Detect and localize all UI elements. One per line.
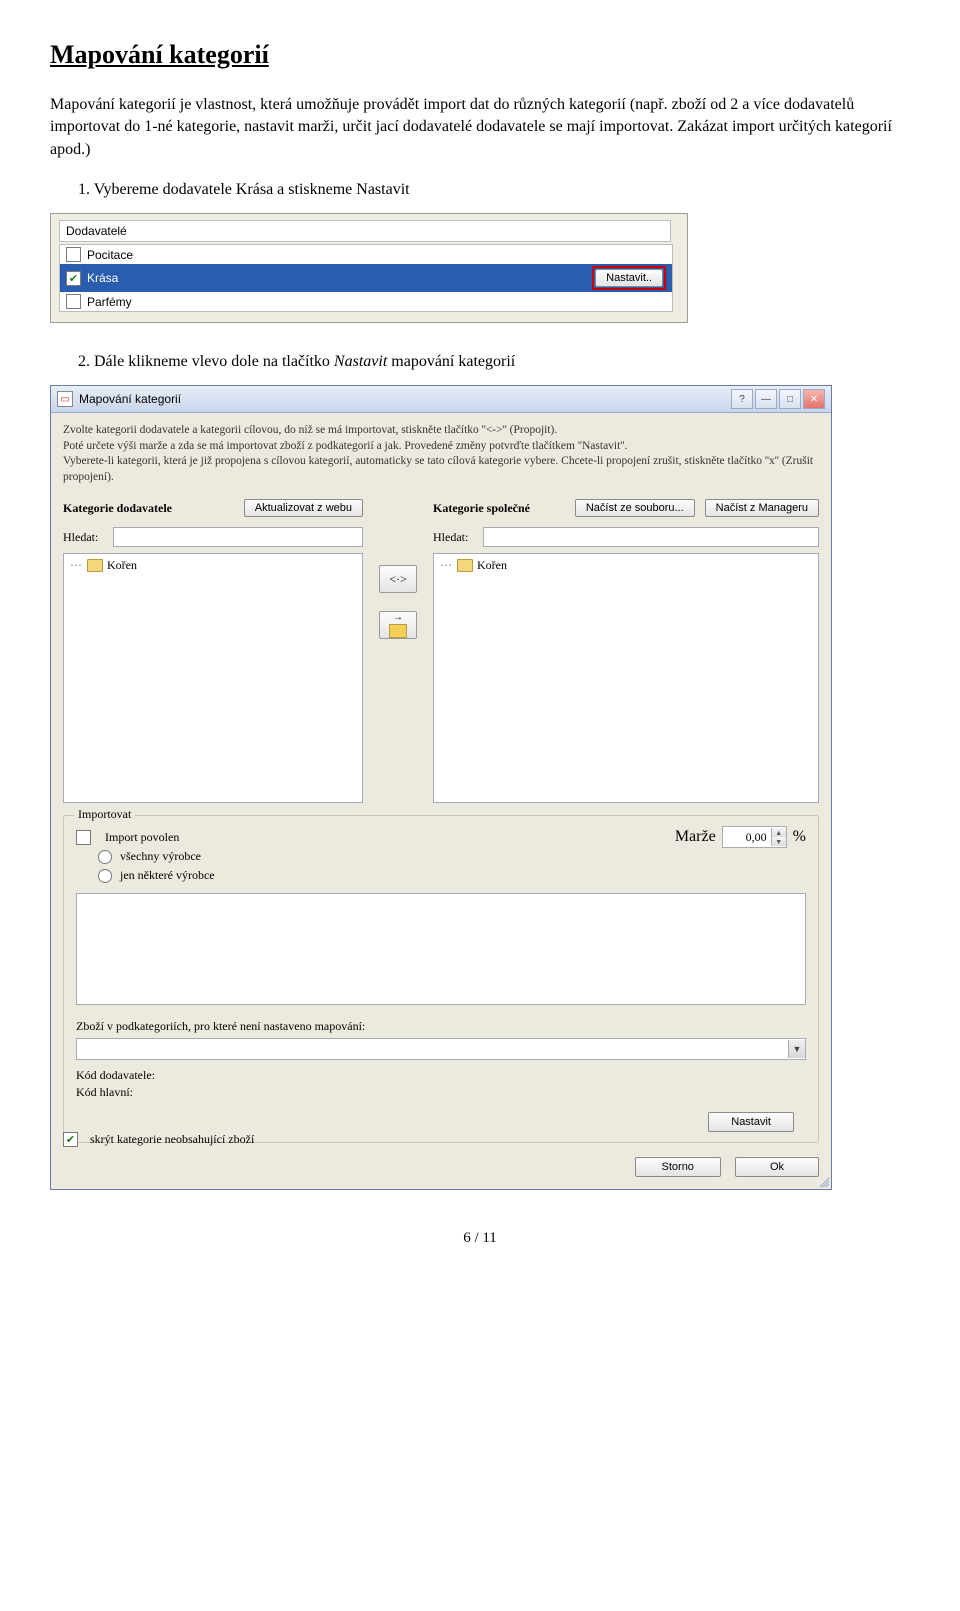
refresh-from-web-button[interactable]: Aktualizovat z webu [244,499,363,517]
margin-stepper[interactable]: 0,00 ▲ ▼ [722,826,787,848]
window-title: Mapování kategorií [79,392,181,406]
chevron-down-icon[interactable]: ▼ [771,837,786,846]
tree-root-label: Kořen [477,558,507,573]
import-legend: Importovat [74,807,135,822]
hide-empty-label: skrýt kategorie neobsahující zboží [90,1132,254,1147]
chevron-down-icon[interactable]: ▼ [788,1040,805,1058]
help-icon[interactable]: ? [731,389,753,409]
supplier-label: Parfémy [87,295,132,309]
margin-value: 0,00 [723,830,771,845]
subcategory-combo[interactable]: ▼ [76,1038,806,1060]
supplier-label: Pocitace [87,248,133,262]
mapping-window: ▭ Mapování kategorií ? — □ ✕ Zvolte kate… [50,385,832,1190]
highlight-box: Nastavit.. [592,266,666,290]
maximize-icon[interactable]: □ [779,389,801,409]
checkbox-icon[interactable] [76,830,91,845]
arrow-right-icon: → [393,613,403,623]
chevron-up-icon[interactable]: ▲ [771,828,786,837]
percent-label: % [793,828,806,846]
page-number: 6 / 11 [50,1230,910,1247]
tree-expand-icon[interactable]: ⋯ [70,558,83,573]
import-enabled-label: Import povolen [105,830,179,845]
titlebar: ▭ Mapování kategorií ? — □ ✕ [51,386,831,413]
folder-icon [457,559,473,572]
common-tree[interactable]: ⋯ Kořen [433,553,819,803]
folder-icon [87,559,103,572]
some-manufacturers-label: jen některé výrobce [120,868,215,883]
list-item[interactable]: Parfémy [60,292,672,311]
tree-root-label: Kořen [107,558,137,573]
load-from-file-button[interactable]: Načíst ze souboru... [575,499,695,517]
info-text: Zvolte kategorii dodavatele a kategorii … [51,413,831,489]
nastavit-button[interactable]: Nastavit.. [595,269,663,287]
minimize-icon[interactable]: — [755,389,777,409]
step-1: 1. Vybereme dodavatele Krása a stiskneme… [78,181,910,199]
copy-to-folder-button[interactable]: → [379,611,417,639]
manufacturers-list[interactable] [76,893,806,1005]
checkbox-icon[interactable] [66,247,81,262]
suppliers-header: Dodavatelé [59,220,671,242]
supplier-tree[interactable]: ⋯ Kořen [63,553,363,803]
list-item[interactable]: Pocitace [60,245,672,264]
subcategory-label: Zboží v podkategoriích, pro které není n… [76,1019,806,1034]
resize-grip-icon[interactable] [817,1175,829,1187]
intro-paragraph: Mapování kategorií je vlastnost, která u… [50,94,910,161]
import-group: Importovat Import povolen všechny výrobc… [63,815,819,1143]
storno-button[interactable]: Storno [635,1157,721,1177]
radio-icon[interactable] [98,869,112,883]
checkbox-icon[interactable]: ✔ [63,1132,78,1147]
checkbox-icon[interactable] [66,294,81,309]
checkbox-icon[interactable]: ✔ [66,271,81,286]
common-categories-label: Kategorie společné [433,501,530,516]
main-code-label: Kód hlavní: [76,1085,176,1100]
step-2: 2. Dále klikneme vlevo dole na tlačítko … [78,353,910,371]
ok-button[interactable]: Ok [735,1157,819,1177]
search-input[interactable] [483,527,819,547]
supplier-label: Krása [87,271,118,285]
list-item[interactable]: ✔ Krása Nastavit.. [60,264,672,292]
form-icon: ▭ [57,391,73,407]
search-label: Hledat: [63,530,107,545]
page-title: Mapování kategorií [50,40,910,70]
radio-icon[interactable] [98,850,112,864]
suppliers-panel: Dodavatelé Pocitace ✔ Krása Nastavit.. P… [50,213,688,323]
search-input[interactable] [113,527,363,547]
close-icon[interactable]: ✕ [803,389,825,409]
link-button[interactable]: <·> [379,565,417,593]
folder-icon [389,624,407,638]
all-manufacturers-label: všechny výrobce [120,849,201,864]
supplier-code-label: Kód dodavatele: [76,1068,176,1083]
supplier-categories-label: Kategorie dodavatele [63,501,172,516]
load-from-manager-button[interactable]: Načíst z Manageru [705,499,819,517]
nastavit-button[interactable]: Nastavit [708,1112,794,1132]
search-label: Hledat: [433,530,477,545]
suppliers-list: Pocitace ✔ Krása Nastavit.. Parfémy [59,244,673,312]
tree-expand-icon[interactable]: ⋯ [440,558,453,573]
margin-label: Marže [675,828,716,846]
